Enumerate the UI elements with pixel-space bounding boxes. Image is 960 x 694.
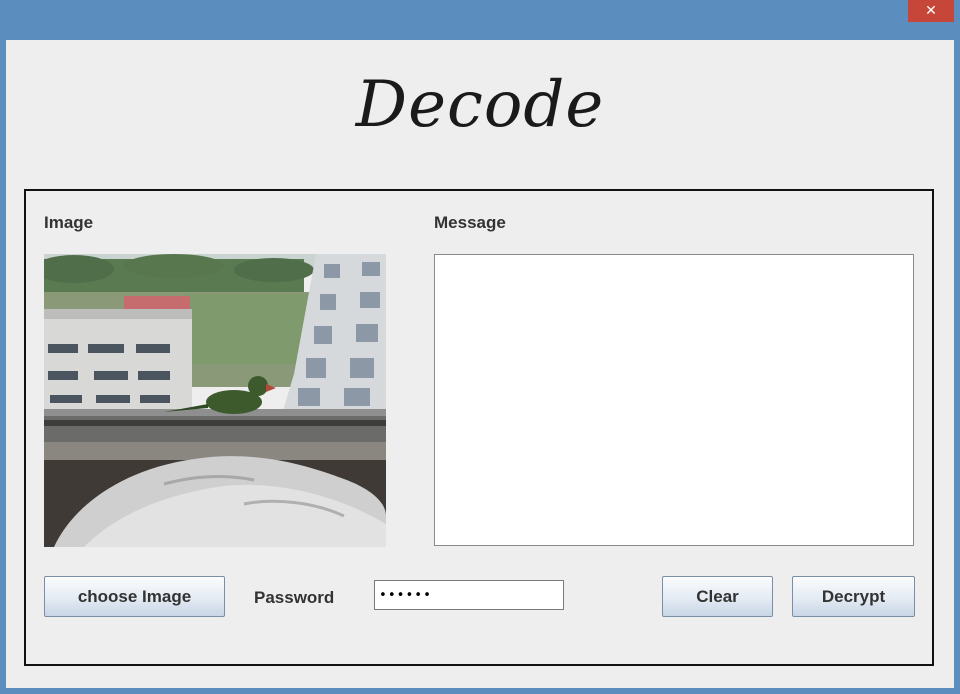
decrypt-button[interactable]: Decrypt (792, 576, 915, 617)
message-label: Message (434, 213, 506, 232)
password-field[interactable] (374, 580, 564, 610)
message-textarea[interactable] (434, 254, 914, 546)
selected-image-preview (44, 254, 386, 547)
close-icon: ✕ (925, 3, 937, 19)
parrot-photo (44, 254, 386, 547)
image-label: Image (44, 213, 94, 232)
clear-button[interactable]: Clear (662, 576, 773, 617)
password-label: Password (254, 588, 335, 607)
choose-image-button[interactable]: choose Image (44, 576, 225, 617)
window-titlebar[interactable]: ✕ (0, 0, 960, 40)
page-title: Decode (355, 68, 605, 142)
decode-panel: Image Message choose Image Password ••••… (24, 189, 934, 666)
window-content: Decode Image Message choose Image Passwo… (6, 40, 954, 688)
close-button[interactable]: ✕ (908, 0, 954, 22)
